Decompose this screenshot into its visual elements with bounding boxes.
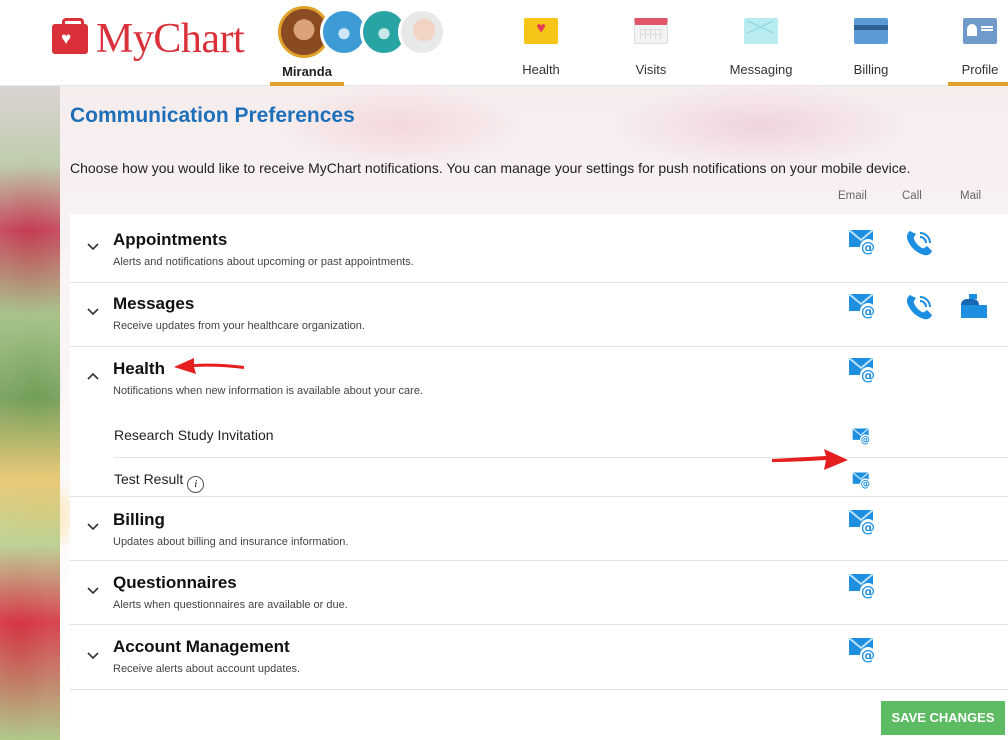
person-icon: ● bbox=[336, 17, 352, 47]
calendar-icon bbox=[634, 18, 668, 44]
mailbox-icon[interactable] bbox=[959, 293, 989, 324]
chevron-down-icon[interactable] bbox=[86, 520, 100, 534]
envelope-icon bbox=[744, 18, 778, 44]
svg-text:@: @ bbox=[861, 368, 875, 384]
briefcase-heart-icon: ♥ bbox=[52, 18, 88, 54]
nav-messaging[interactable]: Messaging bbox=[711, 0, 811, 86]
chevron-down-icon[interactable] bbox=[86, 649, 100, 663]
svg-text:@: @ bbox=[861, 435, 870, 446]
category-row-appointments: Appointments Alerts and notifications ab… bbox=[70, 214, 1008, 283]
subitem-label: Research Study Invitation bbox=[114, 427, 274, 443]
id-card-icon bbox=[963, 18, 997, 44]
category-row-account-management: Account Management Receive alerts about … bbox=[70, 625, 1008, 690]
svg-text:@: @ bbox=[861, 240, 875, 256]
page-title: Communication Preferences bbox=[70, 104, 355, 127]
svg-text:@: @ bbox=[861, 648, 875, 664]
column-header-call: Call bbox=[902, 190, 922, 202]
health-folder-icon bbox=[524, 18, 558, 44]
phone-icon[interactable] bbox=[904, 293, 934, 326]
app-header: ♥ MyChart ● ● Miranda Health Visits Mess… bbox=[0, 0, 1008, 86]
email-at-icon[interactable]: @ bbox=[848, 572, 878, 605]
email-at-icon[interactable]: @ bbox=[848, 292, 878, 325]
category-title: Health bbox=[113, 359, 165, 378]
chevron-up-icon[interactable] bbox=[86, 369, 100, 383]
category-description: Alerts and notifications about upcoming … bbox=[113, 256, 414, 268]
category-title: Questionnaires bbox=[113, 573, 237, 592]
category-title: Billing bbox=[113, 510, 165, 529]
subitem-label: Test Result bbox=[114, 471, 184, 487]
category-description: Receive alerts about account updates. bbox=[113, 663, 301, 675]
email-at-icon[interactable]: @ bbox=[848, 636, 878, 669]
category-title: Messages bbox=[113, 294, 195, 313]
save-changes-button[interactable]: SAVE CHANGES bbox=[881, 701, 1005, 735]
person-icon: ● bbox=[376, 17, 392, 47]
intro-text: Choose how you would like to receive MyC… bbox=[70, 160, 911, 176]
nav-label: Health bbox=[522, 62, 560, 77]
subitem-test-result: Test Result i @ bbox=[114, 458, 1008, 497]
phone-icon[interactable] bbox=[904, 229, 934, 262]
nav-profile[interactable]: Profile bbox=[930, 0, 1008, 86]
info-icon[interactable]: i bbox=[187, 476, 205, 493]
logo-text: MyChart bbox=[96, 16, 245, 62]
category-row-billing: Billing Updates about billing and insura… bbox=[70, 497, 1008, 561]
category-description: Receive updates from your healthcare org… bbox=[113, 320, 365, 332]
category-row-messages: Messages Receive updates from your healt… bbox=[70, 283, 1008, 347]
svg-text:@: @ bbox=[861, 304, 875, 320]
column-header-mail: Mail bbox=[960, 190, 982, 202]
mychart-logo[interactable]: ♥ MyChart bbox=[52, 16, 245, 62]
nav-label: Messaging bbox=[729, 62, 793, 77]
tulip-background-strip bbox=[0, 86, 60, 740]
category-title: Account Management bbox=[113, 637, 290, 656]
email-at-icon[interactable]: @ bbox=[852, 427, 872, 449]
chevron-down-icon[interactable] bbox=[86, 305, 100, 319]
category-title: Appointments bbox=[113, 230, 228, 249]
nav-label: Visits bbox=[635, 62, 667, 77]
chevron-down-icon[interactable] bbox=[86, 584, 100, 598]
nav-label: Billing bbox=[853, 62, 889, 77]
subitem-label-wrap: Test Result i bbox=[114, 471, 205, 493]
email-at-icon[interactable]: @ bbox=[848, 228, 878, 261]
nav-visits[interactable]: Visits bbox=[601, 0, 701, 86]
avatar-proxy-3[interactable] bbox=[398, 8, 446, 56]
email-at-icon[interactable]: @ bbox=[848, 356, 878, 389]
credit-card-icon bbox=[854, 18, 888, 44]
column-header-email: Email bbox=[838, 190, 867, 202]
nav-label: Profile bbox=[961, 62, 999, 77]
email-at-icon[interactable]: @ bbox=[852, 471, 872, 493]
svg-text:@: @ bbox=[861, 520, 875, 536]
subitem-research-study-invitation: Research Study Invitation @ bbox=[114, 405, 1008, 458]
category-description: Alerts when questionnaires are available… bbox=[113, 599, 348, 611]
svg-text:@: @ bbox=[861, 584, 875, 600]
chevron-down-icon[interactable] bbox=[86, 240, 100, 254]
annotation-arrow-right-icon bbox=[772, 449, 848, 470]
nav-billing[interactable]: Billing bbox=[821, 0, 921, 86]
svg-text:@: @ bbox=[861, 479, 870, 490]
email-at-icon[interactable]: @ bbox=[848, 508, 878, 541]
nav-health[interactable]: Health bbox=[491, 0, 591, 86]
category-description: Updates about billing and insurance info… bbox=[113, 536, 349, 548]
annotation-arrow-left-icon bbox=[174, 358, 244, 374]
category-row-questionnaires: Questionnaires Alerts when questionnaire… bbox=[70, 561, 1008, 625]
preferences-panel: Appointments Alerts and notifications ab… bbox=[70, 214, 1008, 740]
category-description: Notifications when new information is av… bbox=[113, 385, 423, 397]
active-username: Miranda bbox=[282, 64, 332, 79]
